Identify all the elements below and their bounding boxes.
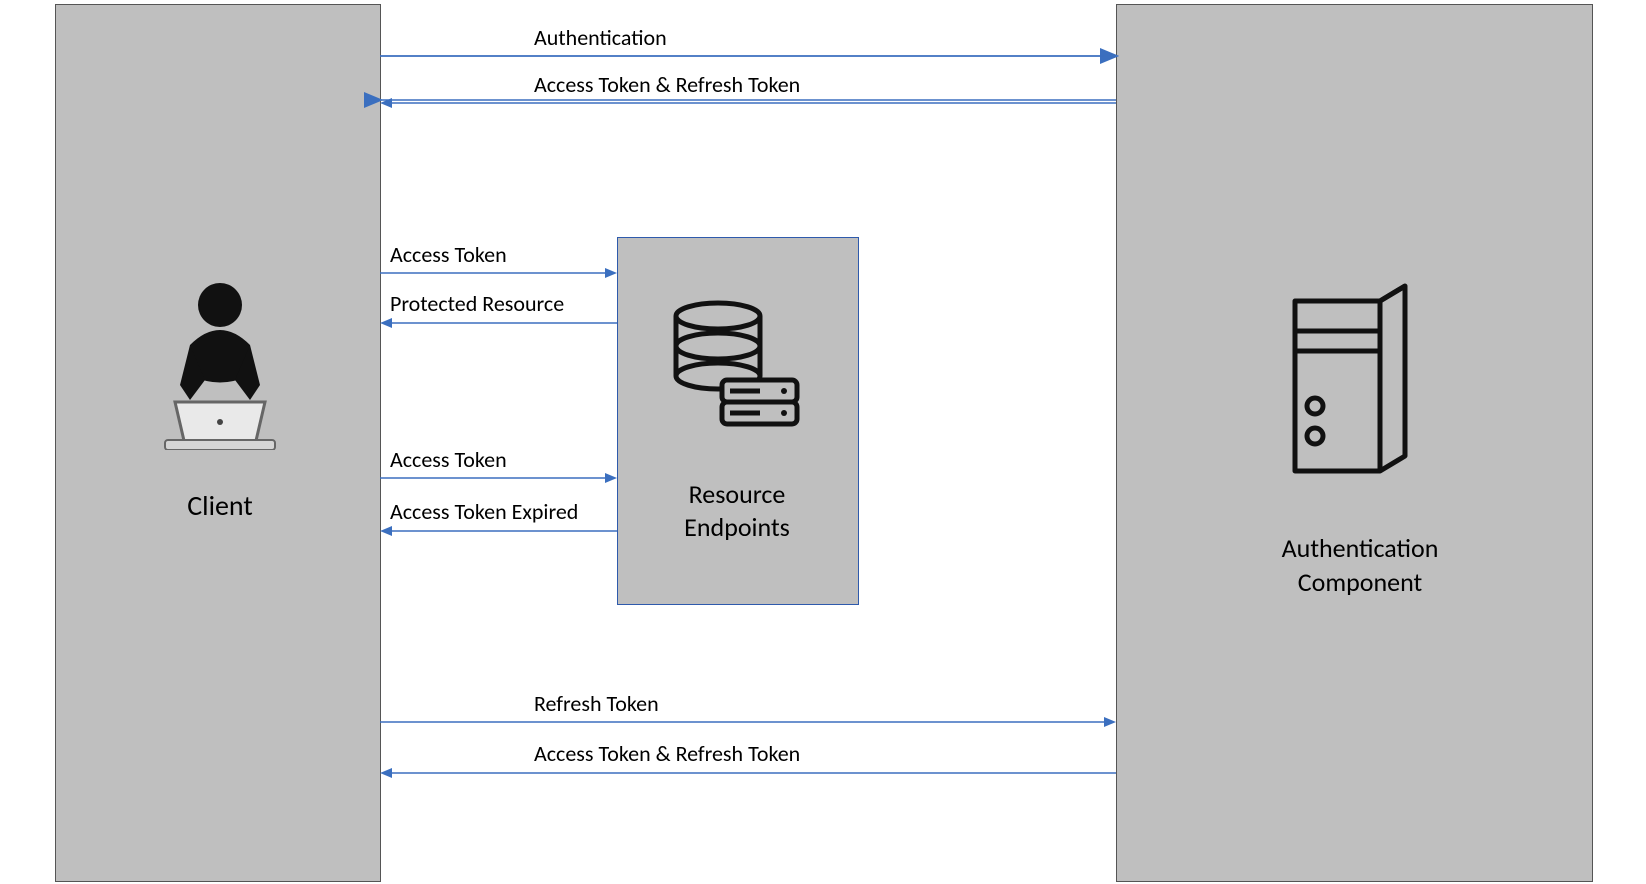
label-a6: Access Token Expired xyxy=(390,498,578,525)
arrow-a5 xyxy=(380,471,617,485)
label-a3: Access Token xyxy=(390,241,507,268)
label-a5: Access Token xyxy=(390,446,507,473)
arrow-a3 xyxy=(380,266,617,280)
label-a7: Refresh Token xyxy=(534,690,659,717)
arrow-a2 xyxy=(380,96,1116,110)
arrow-a6 xyxy=(380,524,617,538)
label-a2: Access Token & Refresh Token xyxy=(534,71,800,98)
arrow-a1 xyxy=(380,49,1116,63)
arrows-svg xyxy=(0,0,1646,884)
arrow-a4 xyxy=(380,316,617,330)
label-a4: Protected Resource xyxy=(390,290,564,317)
label-a1: Authentication xyxy=(534,24,667,51)
label-a8: Access Token & Refresh Token xyxy=(534,740,800,767)
arrow-a7 xyxy=(380,715,1116,729)
arrow-a8 xyxy=(380,766,1116,780)
